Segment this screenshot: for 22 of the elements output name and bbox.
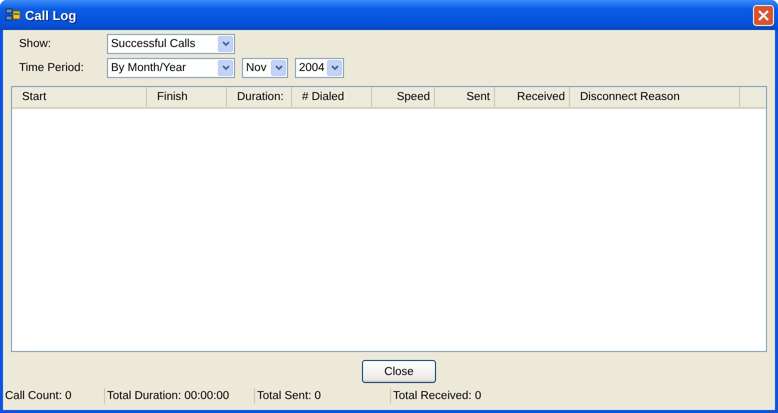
window-title: Call Log [25, 8, 78, 22]
dropdown[interactable]: Nov [242, 58, 288, 78]
column-header[interactable]: Disconnect Reason [570, 87, 740, 107]
dropdown[interactable]: Successful Calls [107, 34, 235, 54]
close-button[interactable]: Close [362, 360, 436, 383]
column-header[interactable]: Start [12, 87, 147, 107]
column-header[interactable]: Received [495, 87, 570, 107]
column-header[interactable]: Duration: [227, 87, 292, 107]
dropdown[interactable]: 2004 [295, 58, 344, 78]
filter-label: Show: [19, 38, 52, 50]
column-header[interactable]: Sent [435, 87, 495, 107]
column-header[interactable]: Speed [372, 87, 435, 107]
status-text: Total Received: 0 [393, 390, 482, 402]
status-text: Total Duration: 00:00:00 [107, 390, 230, 402]
status-text: Call Count: 0 [5, 390, 72, 402]
column-header[interactable]: Finish [147, 87, 227, 107]
dropdown[interactable]: By Month/Year [107, 58, 235, 78]
close-icon[interactable] [753, 4, 774, 26]
phone-book-icon [5, 7, 21, 23]
status-text: Total Sent: 0 [257, 390, 321, 402]
column-header[interactable]: # Dialed [292, 87, 372, 107]
filter-label: Time Period: [19, 62, 85, 74]
